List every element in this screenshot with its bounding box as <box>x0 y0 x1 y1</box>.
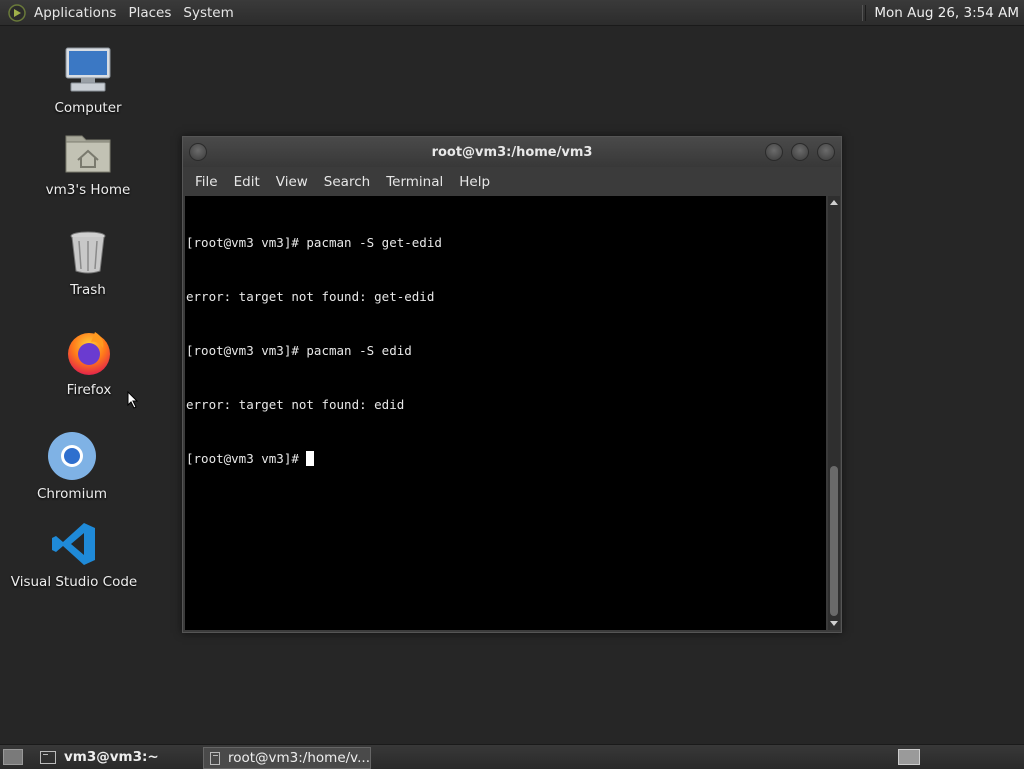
terminal-line: error: target not found: edid <box>186 397 405 412</box>
terminal-line: [root@vm3 vm3]# pacman -S edid <box>186 343 412 358</box>
desktop-icon-chromium[interactable]: Chromium <box>7 430 137 502</box>
desktop-icon-firefox[interactable]: Firefox <box>24 326 154 398</box>
clock[interactable]: Mon Aug 26, 3:54 AM <box>874 5 1024 21</box>
scroll-thumb[interactable] <box>830 466 838 616</box>
window-menu-button[interactable] <box>189 143 207 161</box>
desktop-icon-home[interactable]: vm3's Home <box>23 126 153 198</box>
firefox-icon <box>63 326 115 378</box>
terminal-line: error: target not found: get-edid <box>186 289 435 304</box>
desktop-icon-computer[interactable]: Computer <box>23 44 153 116</box>
terminal-menubar: File Edit View Search Terminal Help <box>183 167 841 196</box>
panel-separator <box>862 4 867 21</box>
desktop-icon-trash[interactable]: Trash <box>23 226 153 298</box>
menu-help[interactable]: Help <box>451 174 498 190</box>
desktop-icon-label: Chromium <box>36 486 108 502</box>
desktop-icon-label: Firefox <box>66 382 112 398</box>
taskbar-item-vm3-terminal[interactable]: vm3@vm3:~ <box>34 747 200 767</box>
terminal-window[interactable]: root@vm3:/home/vm3 File Edit View Search… <box>182 136 842 633</box>
menu-edit[interactable]: Edit <box>226 174 268 190</box>
applications-menu[interactable]: Applications <box>28 5 122 21</box>
terminal-prompt: [root@vm3 vm3]# <box>186 451 307 466</box>
computer-icon <box>62 44 114 96</box>
desktop-icon-label: Trash <box>70 282 106 298</box>
maximize-button[interactable] <box>791 143 809 161</box>
taskbar-item-root-terminal[interactable]: root@vm3:/home/v... <box>203 747 371 769</box>
trash-icon <box>62 226 114 278</box>
taskbar-item-label: vm3@vm3:~ <box>64 749 159 765</box>
terminal-prompt-line: [root@vm3 vm3]# <box>186 450 826 468</box>
chromium-icon <box>46 430 98 482</box>
terminal-line: [root@vm3 vm3]# pacman -S get-edid <box>186 235 442 250</box>
bottom-panel: vm3@vm3:~ root@vm3:/home/v... <box>0 744 1024 769</box>
terminal-output[interactable]: [root@vm3 vm3]# pacman -S get-edid error… <box>185 196 826 630</box>
taskbar-item-label: root@vm3:/home/v... <box>227 750 370 766</box>
terminal-scrollbar[interactable] <box>828 196 840 630</box>
scroll-down-arrow-icon[interactable] <box>830 621 838 626</box>
window-titlebar[interactable]: root@vm3:/home/vm3 <box>183 137 841 167</box>
menu-terminal[interactable]: Terminal <box>378 174 451 190</box>
mouse-pointer-icon <box>127 391 139 409</box>
terminal-icon <box>40 750 56 764</box>
menu-view[interactable]: View <box>268 174 316 190</box>
top-panel: Applications Places System Mon Aug 26, 3… <box>0 0 1024 26</box>
system-menu[interactable]: System <box>177 5 239 21</box>
terminal-icon <box>210 751 220 765</box>
text-cursor <box>306 451 315 466</box>
window-title: root@vm3:/home/vm3 <box>431 144 593 160</box>
home-folder-icon <box>62 126 114 178</box>
places-menu[interactable]: Places <box>122 5 177 21</box>
applications-logo-icon[interactable] <box>8 3 26 22</box>
vscode-icon <box>48 518 100 570</box>
show-desktop-icon[interactable] <box>3 749 23 765</box>
minimize-button[interactable] <box>765 143 783 161</box>
desktop-icon-vscode[interactable]: Visual Studio Code <box>9 518 139 590</box>
workspace-switcher[interactable] <box>898 749 920 765</box>
menu-search[interactable]: Search <box>316 174 378 190</box>
desktop-icon-label: vm3's Home <box>45 182 131 198</box>
desktop-icon-label: Visual Studio Code <box>10 574 138 590</box>
scroll-up-arrow-icon[interactable] <box>830 200 838 205</box>
menu-file[interactable]: File <box>187 174 226 190</box>
desktop-icon-label: Computer <box>54 100 122 116</box>
close-button[interactable] <box>817 143 835 161</box>
